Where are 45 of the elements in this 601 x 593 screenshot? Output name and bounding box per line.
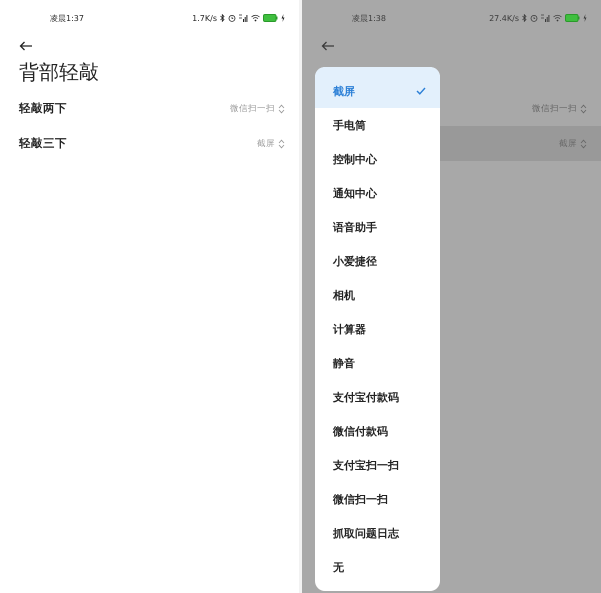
setting-label: 轻敲三下 xyxy=(19,136,67,151)
up-down-chevron-icon xyxy=(580,104,587,114)
checkmark-icon xyxy=(416,87,426,95)
status-time: 凌晨1:38 xyxy=(352,12,386,24)
menu-item[interactable]: 控制中心 xyxy=(315,142,440,176)
setting-row[interactable]: 轻敲两下 微信扫一扫 xyxy=(0,91,299,126)
up-down-chevron-icon xyxy=(278,104,285,114)
alarm-icon xyxy=(228,14,236,22)
menu-item[interactable]: 相机 xyxy=(315,278,440,312)
charging-icon xyxy=(281,14,285,22)
setting-label: 轻敲两下 xyxy=(19,101,67,116)
up-down-chevron-icon xyxy=(580,138,587,148)
network-speed: 1.7K/s xyxy=(192,14,217,22)
setting-value: 微信扫一扫 xyxy=(532,102,577,114)
menu-item[interactable]: 截屏 xyxy=(315,67,440,108)
setting-row[interactable]: 轻敲三下 截屏 xyxy=(0,126,299,161)
bluetooth-icon xyxy=(220,14,225,22)
setting-value: 微信扫一扫 xyxy=(230,102,275,114)
charging-icon xyxy=(583,14,587,22)
menu-item[interactable]: 支付宝付款码 xyxy=(315,380,440,414)
signal-icon xyxy=(541,14,550,22)
wifi-icon xyxy=(251,14,260,22)
network-speed: 27.4K/s xyxy=(489,14,519,22)
battery-icon xyxy=(565,14,580,22)
menu-item[interactable]: 无 xyxy=(315,550,440,584)
signal-icon xyxy=(239,14,248,22)
menu-item[interactable]: 小爱捷径 xyxy=(315,244,440,278)
menu-item[interactable]: 微信付款码 xyxy=(315,414,440,448)
menu-item[interactable]: 微信扫一扫 xyxy=(315,482,440,516)
up-down-chevron-icon xyxy=(278,138,285,148)
menu-item[interactable]: 语音助手 xyxy=(315,210,440,244)
bluetooth-icon xyxy=(522,14,527,22)
menu-item[interactable]: 抓取问题日志 xyxy=(315,516,440,550)
wifi-icon xyxy=(553,14,562,22)
back-arrow-icon[interactable] xyxy=(19,41,33,51)
menu-item[interactable]: 计算器 xyxy=(315,312,440,346)
setting-value: 截屏 xyxy=(257,138,275,150)
alarm-icon xyxy=(530,14,538,22)
menu-item[interactable]: 支付宝扫一扫 xyxy=(315,448,440,482)
battery-icon xyxy=(263,14,278,22)
page-title: 背部轻敲 xyxy=(19,60,99,84)
menu-item[interactable]: 手电筒 xyxy=(315,108,440,142)
menu-item[interactable]: 通知中心 xyxy=(315,176,440,210)
status-time: 凌晨1:37 xyxy=(50,12,84,24)
menu-item[interactable]: 静音 xyxy=(315,346,440,380)
